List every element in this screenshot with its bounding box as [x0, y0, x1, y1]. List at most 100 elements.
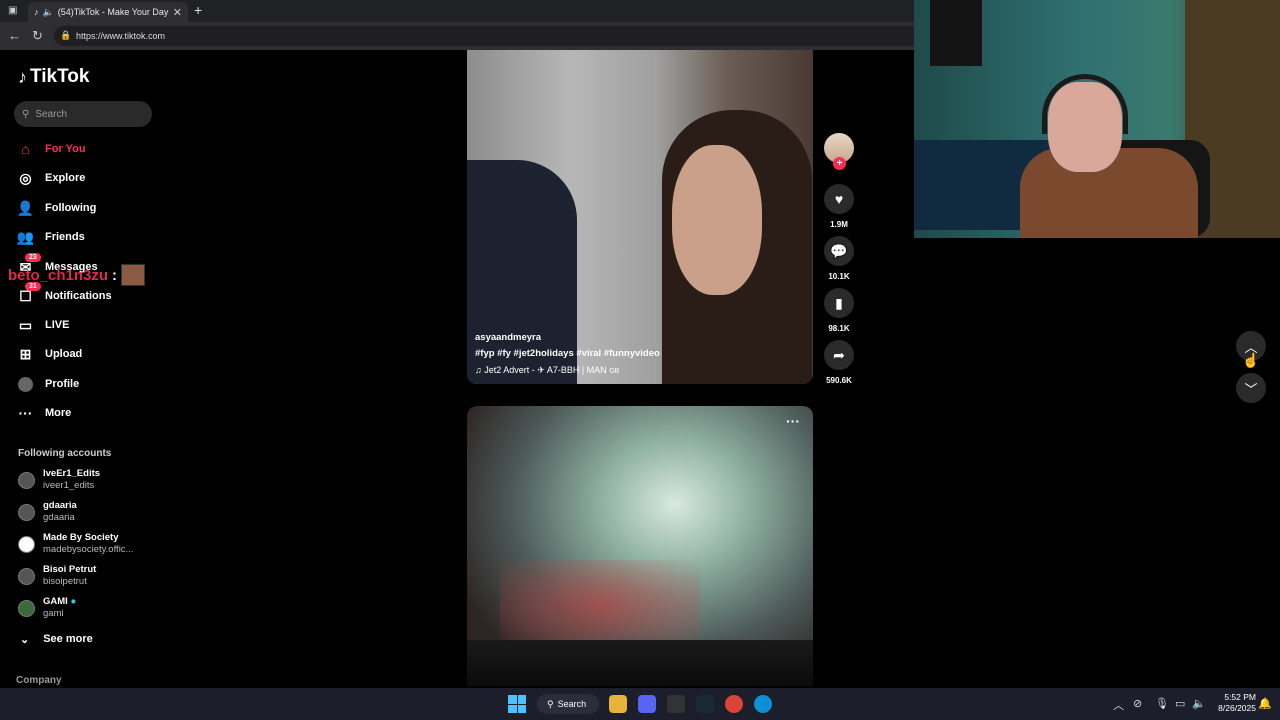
video-hashtags[interactable]: #fyp #fy #jet2holidays #viral #funnyvide… [475, 346, 660, 362]
like-button[interactable]: ♥ 1.9M [824, 184, 854, 229]
video-more-button[interactable]: ··· [786, 413, 800, 429]
see-more-button[interactable]: ⌄ See more [20, 629, 93, 649]
nav-label: LIVE [45, 319, 70, 331]
nav-label: Upload [45, 348, 83, 360]
speaker-icon[interactable]: 🔈 [43, 7, 54, 18]
video-music[interactable]: ♫ Jet2 Advert - ✈ A7-BBH | MAN GB [475, 362, 660, 380]
microphone-icon[interactable]: 🎙 [1155, 697, 1169, 710]
upload-icon: ⊞ [19, 345, 32, 362]
nav-label: For You [45, 143, 86, 155]
nav-notifications[interactable]: ☐ 31 Notifications [18, 281, 112, 306]
system-clock[interactable]: 5:52 PM 8/26/2025 [1206, 692, 1256, 714]
more-icon: ··· [18, 405, 33, 421]
see-more-label: See more [43, 633, 93, 645]
start-button[interactable] [508, 695, 526, 713]
save-button[interactable]: ▮ 98.1K [824, 288, 854, 333]
taskbar-search-label: Search [557, 699, 587, 709]
tiktok-favicon-icon: ♪ [34, 7, 39, 17]
tab-actions-icon[interactable]: ▣ [8, 5, 17, 16]
tab-title: (54)TikTok - Make Your Day [57, 7, 169, 17]
account-item[interactable]: IveEr1_Edits iveer1_edits [18, 467, 100, 493]
new-tab-button[interactable]: + [194, 2, 202, 18]
profile-avatar [18, 376, 33, 392]
discord-icon[interactable] [638, 695, 656, 713]
site-info-icon[interactable]: 🔒 [60, 30, 71, 41]
messages-badge: 23 [25, 252, 41, 262]
nav-upload[interactable]: ⊞ Upload [18, 344, 83, 364]
search-placeholder: Search [35, 108, 68, 120]
file-explorer-icon[interactable] [609, 695, 627, 713]
nav-label: More [45, 407, 72, 419]
comment-icon: 💬 [824, 236, 854, 266]
account-handle: madebysociety.offic... [43, 544, 134, 555]
friends-icon: 👥 [16, 228, 35, 245]
search-input[interactable]: ⚲ Search [14, 101, 152, 127]
account-item[interactable]: gdaaria gdaaria [18, 499, 77, 525]
network-off-icon[interactable]: ⊘ [1133, 697, 1142, 710]
tiktok-logo[interactable]: ♪ TikTok [18, 66, 89, 88]
chrome-icon[interactable] [725, 695, 743, 713]
account-handle: iveer1_edits [43, 480, 95, 491]
account-name: Made By Society [43, 532, 119, 543]
clock-date: 8/26/2025 [1218, 703, 1256, 713]
nav-explore[interactable]: ◎ Explore [18, 168, 85, 188]
steam-icon[interactable] [696, 695, 714, 713]
address-bar[interactable]: 🔒 https://www.tiktok.com [54, 26, 915, 46]
comment-button[interactable]: 💬 10.1K [824, 236, 854, 281]
save-count: 98.1K [828, 324, 850, 333]
taskbar-search[interactable]: ⚲ Search [537, 694, 599, 714]
account-handle: gdaaria [43, 512, 75, 523]
chevron-down-icon: ⌄ [20, 633, 30, 646]
chevron-down-icon: ﹀ [1244, 381, 1258, 397]
obs-icon[interactable] [667, 695, 685, 713]
nav-profile[interactable]: Profile [18, 374, 79, 394]
account-avatar [18, 599, 35, 617]
wifi-icon[interactable]: ▭ [1175, 697, 1185, 710]
nav-label: Explore [45, 172, 86, 184]
company-link[interactable]: Company [16, 675, 62, 686]
chat-separator: : [112, 266, 118, 284]
nav-more[interactable]: ··· More [18, 403, 72, 423]
like-count: 1.9M [830, 220, 848, 229]
clock-time: 5:52 PM [1224, 692, 1256, 702]
edge-icon[interactable] [754, 695, 772, 713]
stage-light [500, 560, 700, 650]
comment-count: 10.1K [828, 272, 850, 281]
video-username[interactable]: asyaandmeyra [475, 330, 660, 346]
nav-for-you[interactable]: ⌂ For You [18, 139, 86, 159]
account-handle: gami [43, 608, 64, 619]
volume-icon[interactable]: 🔈 [1192, 697, 1206, 710]
notifications-icon: ☐ 31 [18, 281, 41, 304]
account-item[interactable]: Made By Society madebysociety.offic... [18, 531, 133, 557]
chat-username: beto_ch1n3zu [8, 266, 109, 284]
share-button[interactable]: ➦ 590.6K [824, 340, 854, 385]
account-item[interactable]: GAMI ● gami [18, 595, 76, 621]
account-name: IveEr1_Edits [43, 468, 101, 479]
browser-tab[interactable]: ♪ 🔈 (54)TikTok - Make Your Day ✕ [28, 2, 188, 22]
follow-plus-icon[interactable]: + [833, 157, 846, 170]
hand-cursor-icon: ☝ [1242, 352, 1260, 368]
account-avatar [18, 471, 35, 489]
video-subject [672, 145, 762, 295]
stage [467, 640, 813, 686]
nav-label: Profile [45, 378, 80, 390]
tab-close-icon[interactable]: ✕ [173, 6, 182, 19]
next-video-button[interactable]: ﹀ [1236, 373, 1266, 403]
back-icon[interactable]: ← [8, 28, 21, 43]
nav-following[interactable]: 👤 Following [16, 198, 97, 218]
share-count: 590.6K [826, 376, 852, 385]
following-icon: 👤 [16, 199, 35, 216]
account-item[interactable]: Bisoi Petrut bisoipetrut [18, 563, 96, 589]
stream-chat-overlay: beto_ch1n3zu : [8, 264, 146, 286]
nav-friends[interactable]: 👥 Friends [16, 227, 85, 247]
account-avatar [18, 535, 35, 553]
reload-icon[interactable]: ↻ [32, 28, 43, 44]
notification-bell-icon[interactable]: 🔔 [1258, 697, 1272, 710]
search-icon: ⚲ [547, 698, 554, 709]
nav-label: Notifications [45, 290, 112, 302]
share-icon: ➦ [824, 340, 854, 370]
logo-text: TikTok [30, 66, 90, 87]
nav-live[interactable]: ▭ LIVE [18, 315, 70, 335]
tray-overflow-icon[interactable]: ︿ [1113, 697, 1124, 713]
url-text: https://www.tiktok.com [76, 31, 166, 41]
